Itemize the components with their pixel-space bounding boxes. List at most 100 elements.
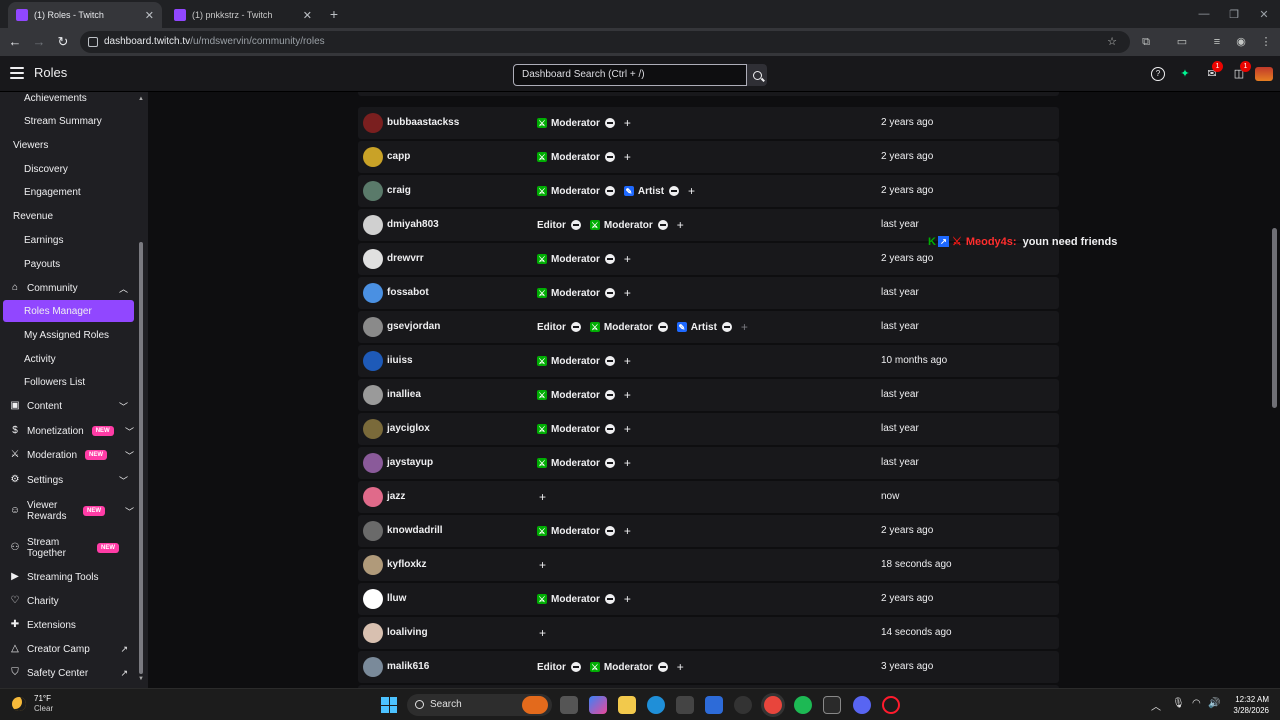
username[interactable]: drewvrr xyxy=(387,253,424,264)
sidebar-heading-viewers[interactable]: Viewers xyxy=(0,134,136,156)
remove-role-icon[interactable] xyxy=(604,254,615,264)
scroll-down-icon[interactable]: ▼ xyxy=(138,676,144,682)
forward-icon[interactable]: → xyxy=(31,34,47,50)
scroll-up-icon[interactable]: ▲ xyxy=(138,96,144,102)
add-role-icon[interactable]: + xyxy=(688,185,695,197)
avatar[interactable] xyxy=(363,351,383,371)
remove-role-icon[interactable] xyxy=(604,186,615,196)
opera-icon[interactable] xyxy=(882,696,900,714)
sidebar-section-viewer-rewards[interactable]: ☺ Viewer Rewards NEW ﹀ xyxy=(0,498,146,524)
close-tab-icon[interactable]: ✕ xyxy=(145,9,154,22)
remove-role-icon[interactable] xyxy=(721,322,732,332)
add-role-icon[interactable]: + xyxy=(624,287,631,299)
add-role-icon[interactable]: + xyxy=(741,321,748,333)
microphone-icon[interactable]: 🎙 xyxy=(1172,698,1185,709)
avatar[interactable] xyxy=(363,555,383,575)
sidebar-item-streaming-tools[interactable]: ▶ Streaming Tools xyxy=(0,566,136,588)
remove-role-icon[interactable] xyxy=(604,594,615,604)
sidebar-section-settings[interactable]: ⚙ Settings ﹀ xyxy=(0,469,136,491)
sidebar-scroll-thumb[interactable] xyxy=(139,242,143,674)
username[interactable]: gsevjordan xyxy=(387,321,440,332)
sidebar-item-activity[interactable]: Activity xyxy=(0,348,136,370)
username[interactable]: craig xyxy=(387,185,411,196)
site-info-icon[interactable] xyxy=(88,37,98,47)
browser-tab-roles[interactable]: (1) Roles - Twitch ✕ xyxy=(8,2,162,28)
avatar[interactable] xyxy=(363,249,383,269)
avatar[interactable] xyxy=(363,181,383,201)
avatar[interactable] xyxy=(363,623,383,643)
add-role-icon[interactable]: + xyxy=(539,627,546,639)
username[interactable]: bubbaastackss xyxy=(387,117,459,128)
username[interactable]: knowdadrill xyxy=(387,525,443,536)
username[interactable]: loaliving xyxy=(387,627,428,638)
remove-role-icon[interactable] xyxy=(669,186,680,196)
close-tab-icon[interactable]: ✕ xyxy=(303,9,312,22)
remove-role-icon[interactable] xyxy=(570,220,581,230)
remove-role-icon[interactable] xyxy=(604,152,615,162)
add-role-icon[interactable]: + xyxy=(624,457,631,469)
remove-role-icon[interactable] xyxy=(604,424,615,434)
weather-widget[interactable]: 71°F Clear xyxy=(12,694,53,714)
username[interactable]: capp xyxy=(387,151,410,162)
remove-role-icon[interactable] xyxy=(604,118,615,128)
close-window-icon[interactable]: ✕ xyxy=(1248,0,1280,28)
sidebar-item-safety-center[interactable]: ⛉ Safety Center ↗ xyxy=(0,662,136,684)
add-role-icon[interactable]: + xyxy=(624,151,631,163)
chrome-icon[interactable] xyxy=(764,696,782,714)
avatar[interactable] xyxy=(363,487,383,507)
volume-icon[interactable]: 🔊 xyxy=(1208,698,1220,709)
remove-role-icon[interactable] xyxy=(657,322,668,332)
chevron-up-icon[interactable]: ︿ xyxy=(1151,698,1161,713)
sidebar-section-moderation[interactable]: ⚔ Moderation NEW ﹀ xyxy=(0,444,146,466)
add-role-icon[interactable]: + xyxy=(624,253,631,265)
remove-role-icon[interactable] xyxy=(570,322,581,332)
sidebar-section-monetization[interactable]: $ Monetization NEW ﹀ xyxy=(0,420,146,442)
remove-role-icon[interactable] xyxy=(657,220,668,230)
username[interactable]: dmiyah803 xyxy=(387,219,439,230)
sidebar-item-extensions[interactable]: ✚ Extensions xyxy=(0,614,136,636)
avatar[interactable] xyxy=(363,385,383,405)
sidebar-item-followers-list[interactable]: Followers List xyxy=(0,371,136,393)
avatar[interactable] xyxy=(363,317,383,337)
sidebar-section-content[interactable]: ▣ Content ﹀ xyxy=(0,395,136,417)
browser-tab-pnkkstrz[interactable]: (1) pnkkstrz - Twitch ✕ xyxy=(166,2,320,28)
file-explorer-icon[interactable] xyxy=(618,696,636,714)
remove-role-icon[interactable] xyxy=(604,458,615,468)
username[interactable]: fossabot xyxy=(387,287,429,298)
avatar[interactable] xyxy=(363,521,383,541)
spotify-icon[interactable] xyxy=(794,696,812,714)
edge-icon[interactable] xyxy=(647,696,665,714)
avatar[interactable] xyxy=(363,419,383,439)
media-icon[interactable]: ≡ xyxy=(1209,34,1225,50)
remove-role-icon[interactable] xyxy=(604,390,615,400)
sidebar-item-creator-camp[interactable]: △ Creator Camp ↗ xyxy=(0,638,136,660)
sidebar-section-community[interactable]: ⌂ Community ︿ xyxy=(0,277,136,299)
avatar[interactable] xyxy=(363,283,383,303)
reload-icon[interactable]: ↻ xyxy=(55,34,71,50)
xbox-icon[interactable] xyxy=(823,696,841,714)
sidebar-section-stream-together[interactable]: ⚇ Stream Together NEW xyxy=(0,535,136,561)
cast-icon[interactable]: ▭ xyxy=(1174,34,1190,50)
restore-icon[interactable]: ❐ xyxy=(1218,0,1250,28)
sidebar-scrollbar[interactable]: ▲ ▼ xyxy=(138,96,144,682)
avatar[interactable] xyxy=(363,147,383,167)
new-tab-button[interactable]: + xyxy=(326,6,342,22)
sidebar-item-payouts[interactable]: Payouts xyxy=(0,253,136,275)
add-role-icon[interactable]: + xyxy=(624,525,631,537)
add-role-icon[interactable]: + xyxy=(539,491,546,503)
sidebar-item-my-assigned-roles[interactable]: My Assigned Roles xyxy=(0,324,136,346)
windows-start-icon[interactable] xyxy=(381,697,397,713)
sparkle-icon[interactable]: ✦ xyxy=(1178,67,1192,81)
avatar[interactable] xyxy=(363,453,383,473)
sidebar-item-earnings[interactable]: Earnings xyxy=(0,229,136,251)
username[interactable]: jazz xyxy=(387,491,405,502)
minimize-icon[interactable]: — xyxy=(1188,0,1220,28)
avatar[interactable] xyxy=(363,589,383,609)
username[interactable]: jayciglox xyxy=(387,423,430,434)
app-icon[interactable] xyxy=(734,696,752,714)
wifi-icon[interactable]: ◠ xyxy=(1192,698,1201,709)
main-scrollbar-thumb[interactable] xyxy=(1272,228,1277,408)
add-role-icon[interactable]: + xyxy=(624,117,631,129)
username[interactable]: malik616 xyxy=(387,661,429,672)
add-role-icon[interactable]: + xyxy=(624,423,631,435)
